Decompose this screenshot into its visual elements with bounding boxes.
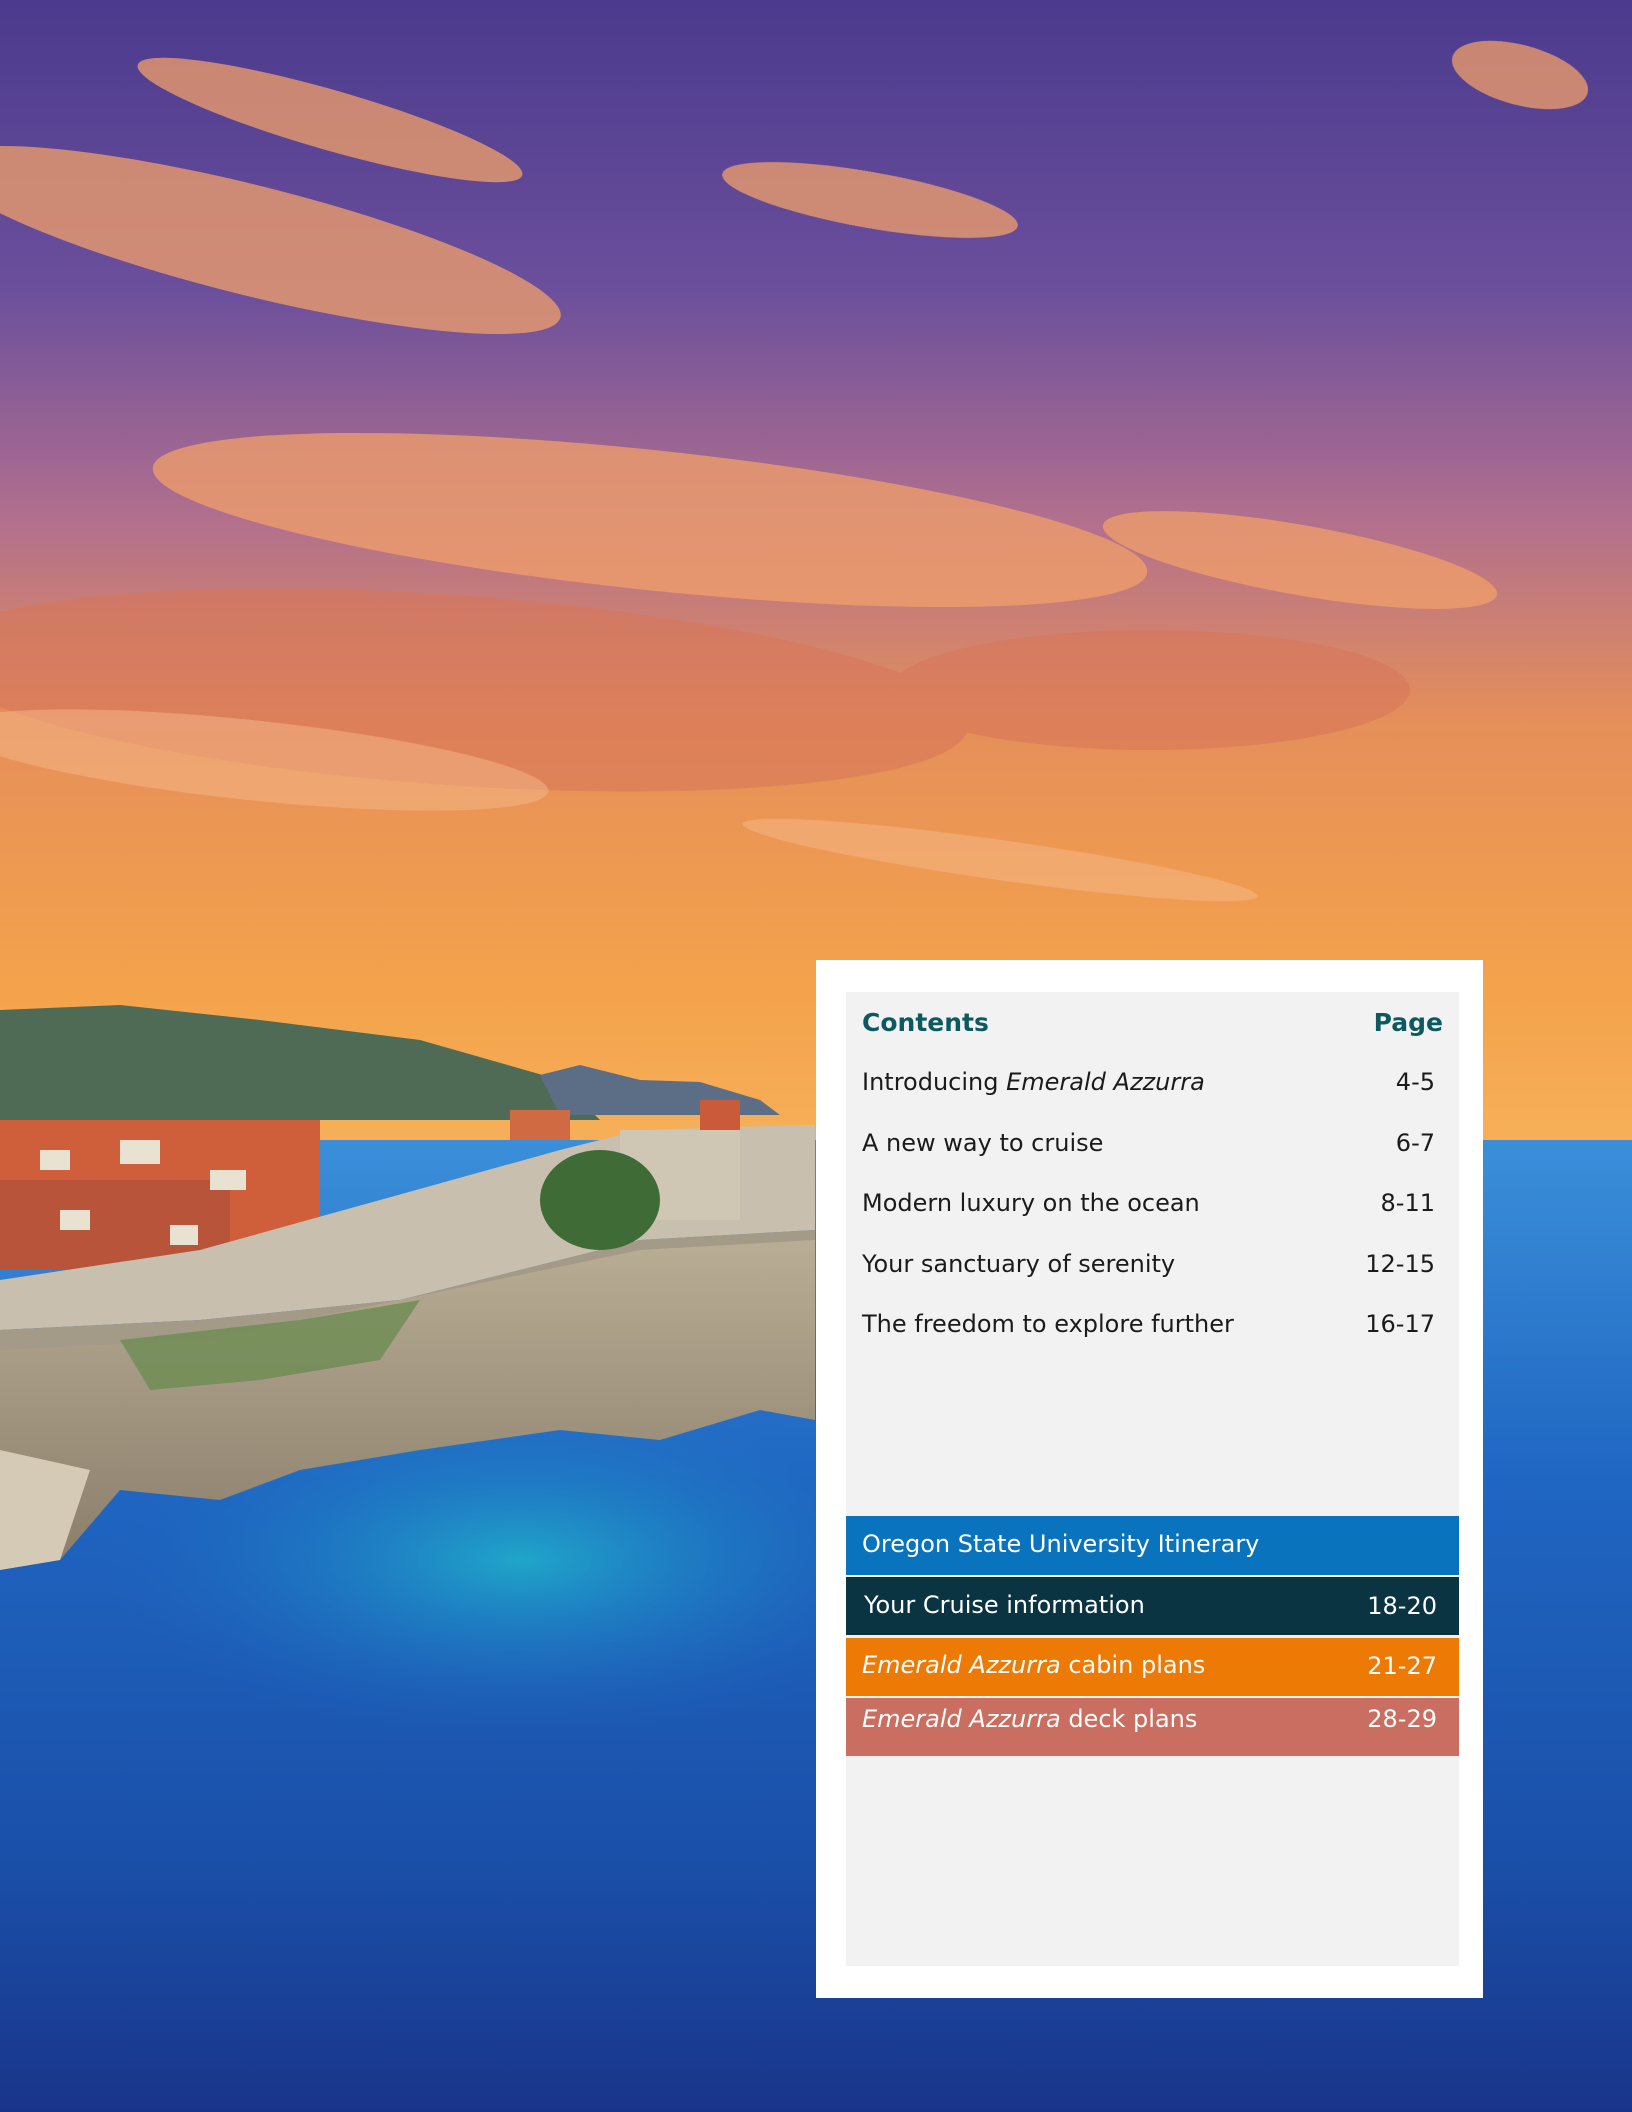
- toc-entry-title: The freedom to explore further: [862, 1310, 1234, 1338]
- deck-plans-label: Emerald Azzurra deck plans: [862, 1705, 1198, 1733]
- toc-entry-title: A new way to cruise: [862, 1129, 1104, 1157]
- contents-header: Contents Page: [846, 992, 1459, 1058]
- toc-entry[interactable]: A new way to cruise 6-7: [846, 1115, 1459, 1175]
- page-column-heading: Page: [1373, 1008, 1443, 1037]
- contents-card: Contents Page Introducing Emerald Azzurr…: [816, 960, 1483, 1998]
- toc-entry-pages: 4-5: [1395, 1068, 1435, 1096]
- deck-plans-pages: 28-29: [1367, 1705, 1437, 1733]
- cruise-info-pages: 18-20: [1367, 1592, 1437, 1620]
- brochure-contents-page: Contents Page Introducing Emerald Azzurr…: [0, 0, 1632, 2112]
- contents-panel: Contents Page Introducing Emerald Azzurr…: [846, 992, 1459, 1966]
- toc-entry[interactable]: The freedom to explore further 16-17: [846, 1296, 1459, 1356]
- cabin-plans-label: Emerald Azzurra cabin plans: [862, 1651, 1206, 1679]
- deck-plans-band[interactable]: Emerald Azzurra deck plans 28-29: [846, 1698, 1459, 1756]
- toc-entry[interactable]: Your sanctuary of serenity 12-15: [846, 1236, 1459, 1296]
- cabin-plans-pages: 21-27: [1367, 1652, 1437, 1680]
- toc-entry[interactable]: Introducing Emerald Azzurra 4-5: [846, 1054, 1459, 1114]
- toc-entry-title: Your sanctuary of serenity: [862, 1250, 1176, 1278]
- toc-entry-pages: 16-17: [1365, 1310, 1435, 1338]
- contents-heading: Contents: [862, 1008, 989, 1037]
- cabin-plans-band[interactable]: Emerald Azzurra cabin plans 21-27: [846, 1638, 1459, 1696]
- cruise-info-label: Your Cruise information: [864, 1591, 1145, 1619]
- toc-entry-pages: 6-7: [1395, 1129, 1435, 1157]
- itinerary-band[interactable]: Oregon State University Itinerary: [846, 1516, 1459, 1575]
- toc-entry-title: Modern luxury on the ocean: [862, 1189, 1200, 1217]
- toc-entry-pages: 12-15: [1365, 1250, 1435, 1278]
- cruise-info-band[interactable]: Your Cruise information 18-20: [846, 1577, 1459, 1635]
- toc-entry-title: Introducing Emerald Azzurra: [862, 1068, 1205, 1096]
- toc-entry[interactable]: Modern luxury on the ocean 8-11: [846, 1175, 1459, 1235]
- toc-entry-pages: 8-11: [1380, 1189, 1435, 1217]
- itinerary-band-label: Oregon State University Itinerary: [862, 1530, 1260, 1558]
